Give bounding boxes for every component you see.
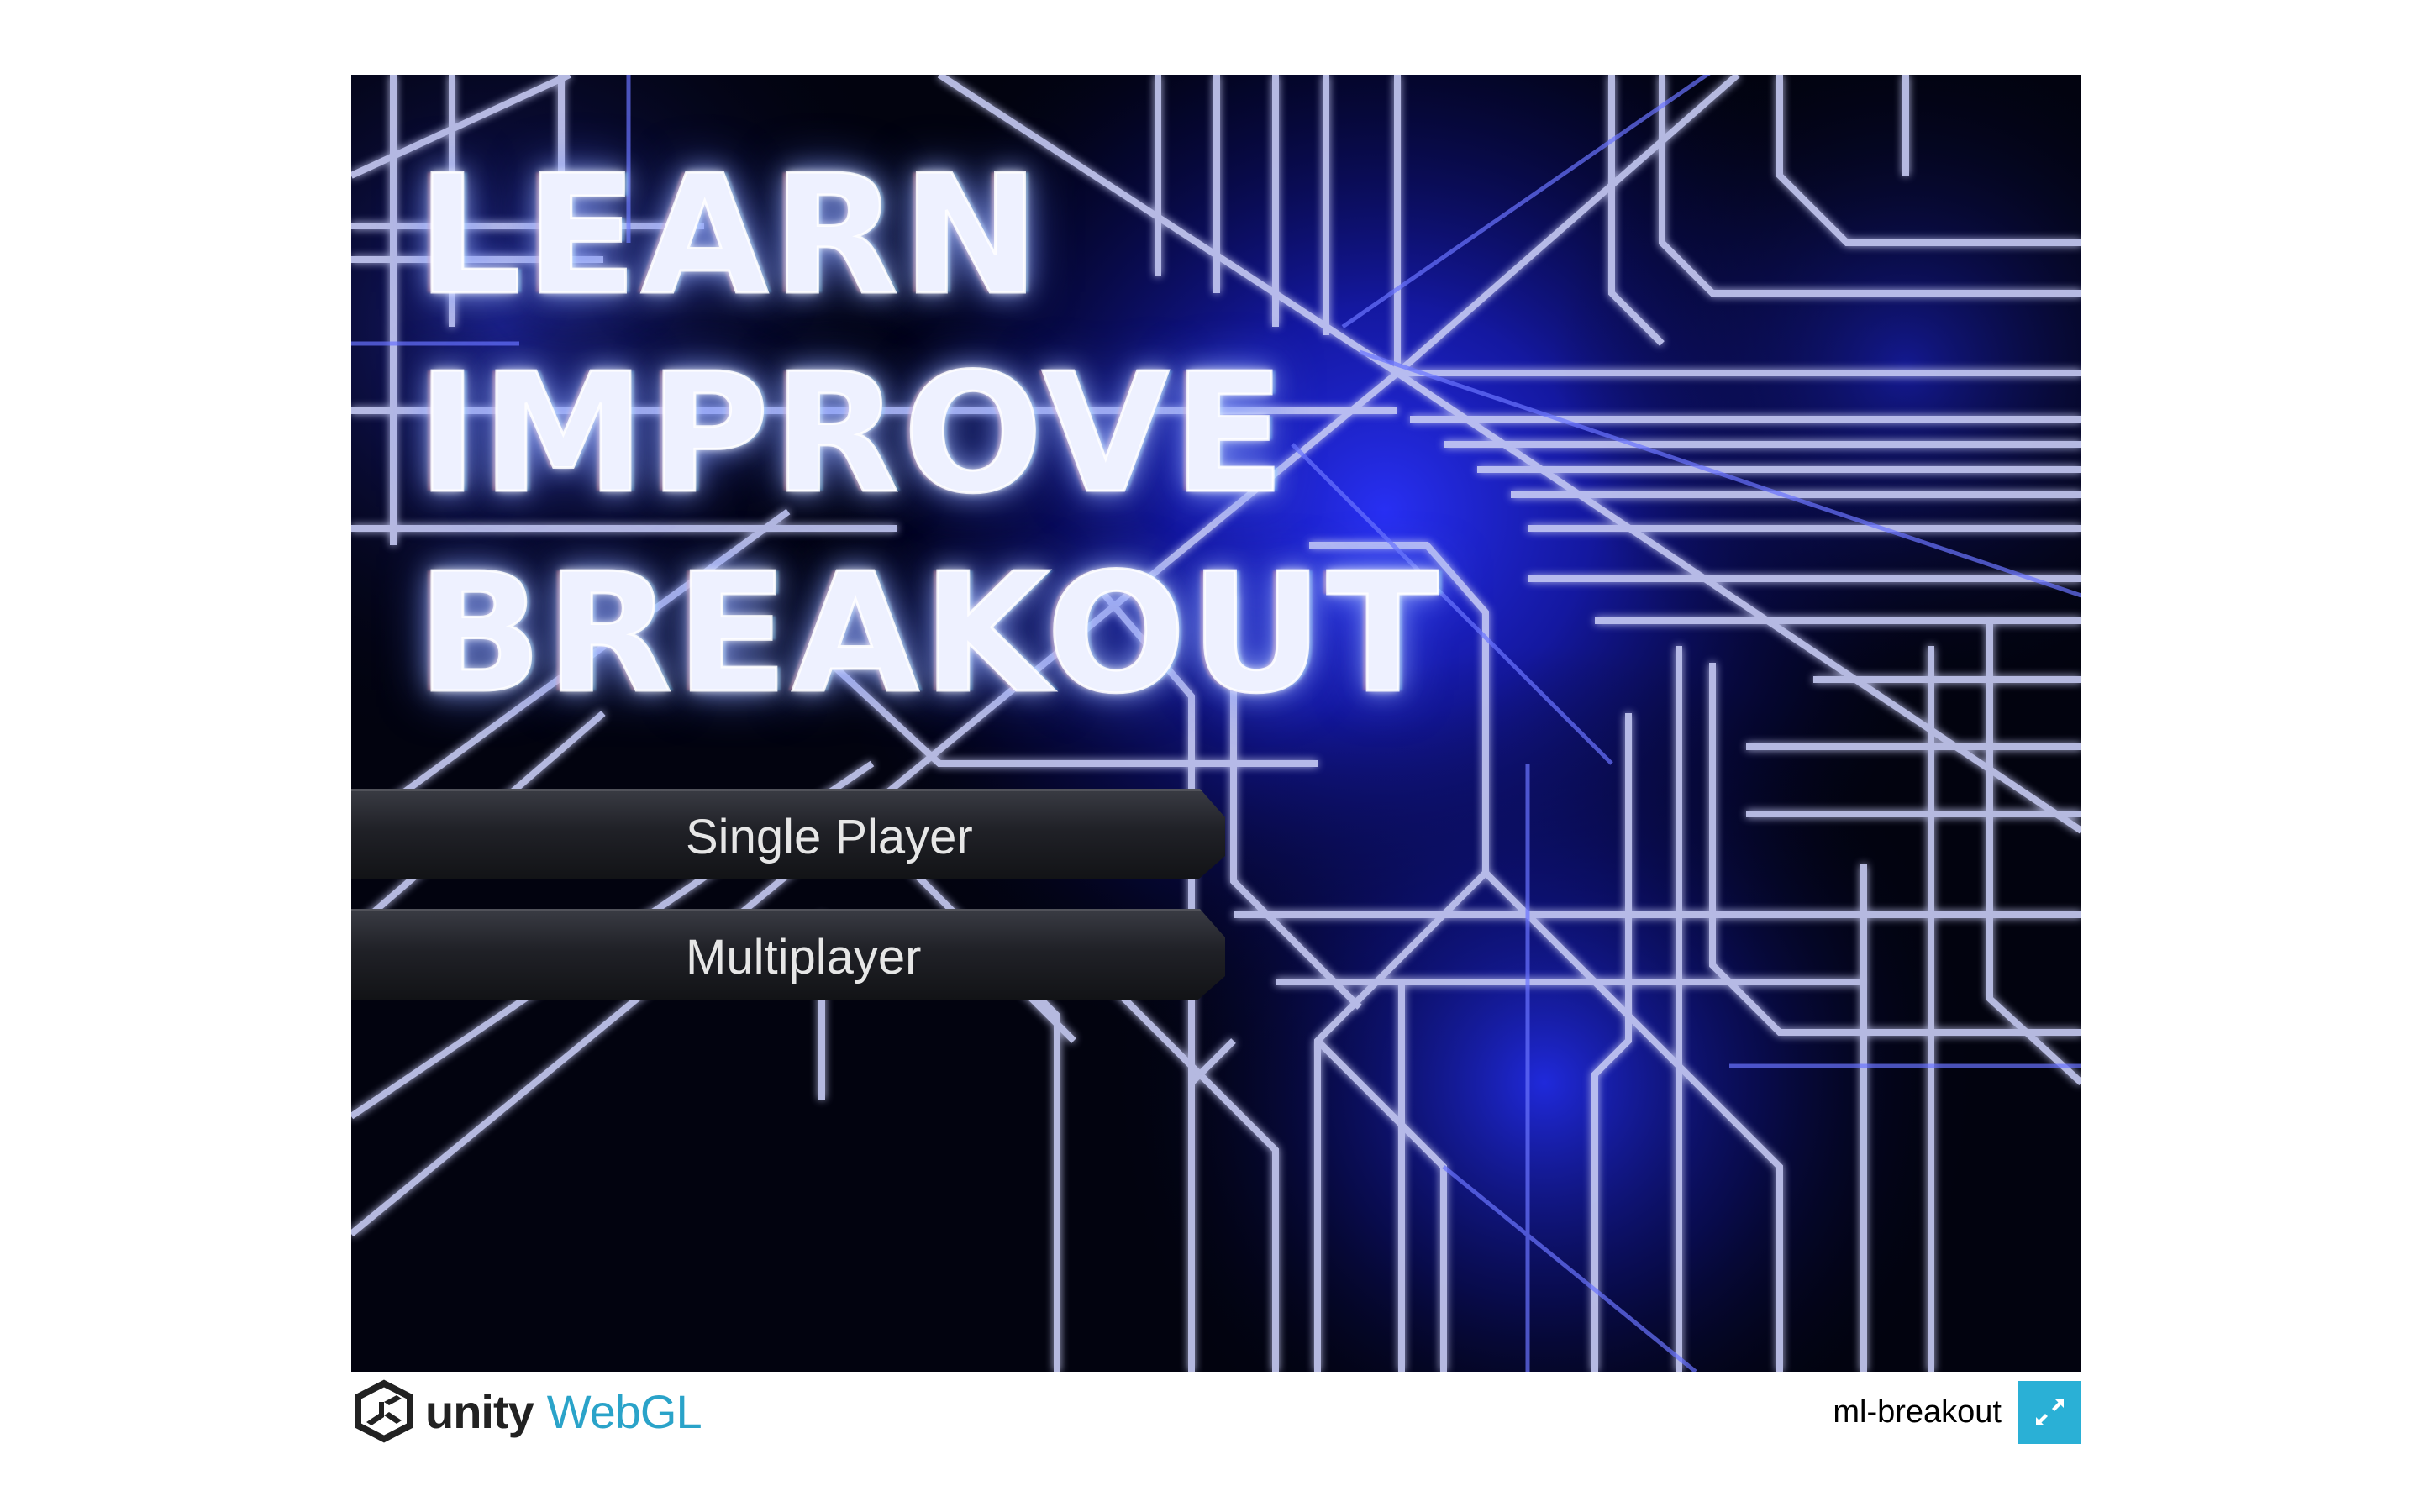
unity-webgl-logo: unity WebGL	[351, 1378, 702, 1445]
fullscreen-button[interactable]	[2018, 1381, 2081, 1444]
game-canvas[interactable]: LEARN IMPROVE BREAKOUT Single Player Mul…	[351, 75, 2081, 1372]
single-player-button[interactable]: Single Player	[351, 789, 1225, 879]
title-breakout: BREAKOUT	[415, 538, 1443, 730]
multiplayer-label: Multiplayer	[686, 930, 922, 984]
webgl-page: LEARN IMPROVE BREAKOUT Single Player Mul…	[0, 0, 2420, 1512]
unity-wordmark: unity	[425, 1384, 534, 1438]
webgl-wordmark: WebGL	[546, 1384, 702, 1438]
multiplayer-button[interactable]: Multiplayer	[351, 909, 1225, 1000]
unity-cube-icon	[355, 1379, 413, 1443]
single-player-label: Single Player	[686, 810, 973, 864]
title-learn: LEARN	[415, 140, 1044, 332]
fullscreen-icon	[2036, 1399, 2064, 1425]
project-title: ml-breakout	[1833, 1394, 2002, 1430]
title-improve: IMPROVE	[415, 339, 1289, 530]
